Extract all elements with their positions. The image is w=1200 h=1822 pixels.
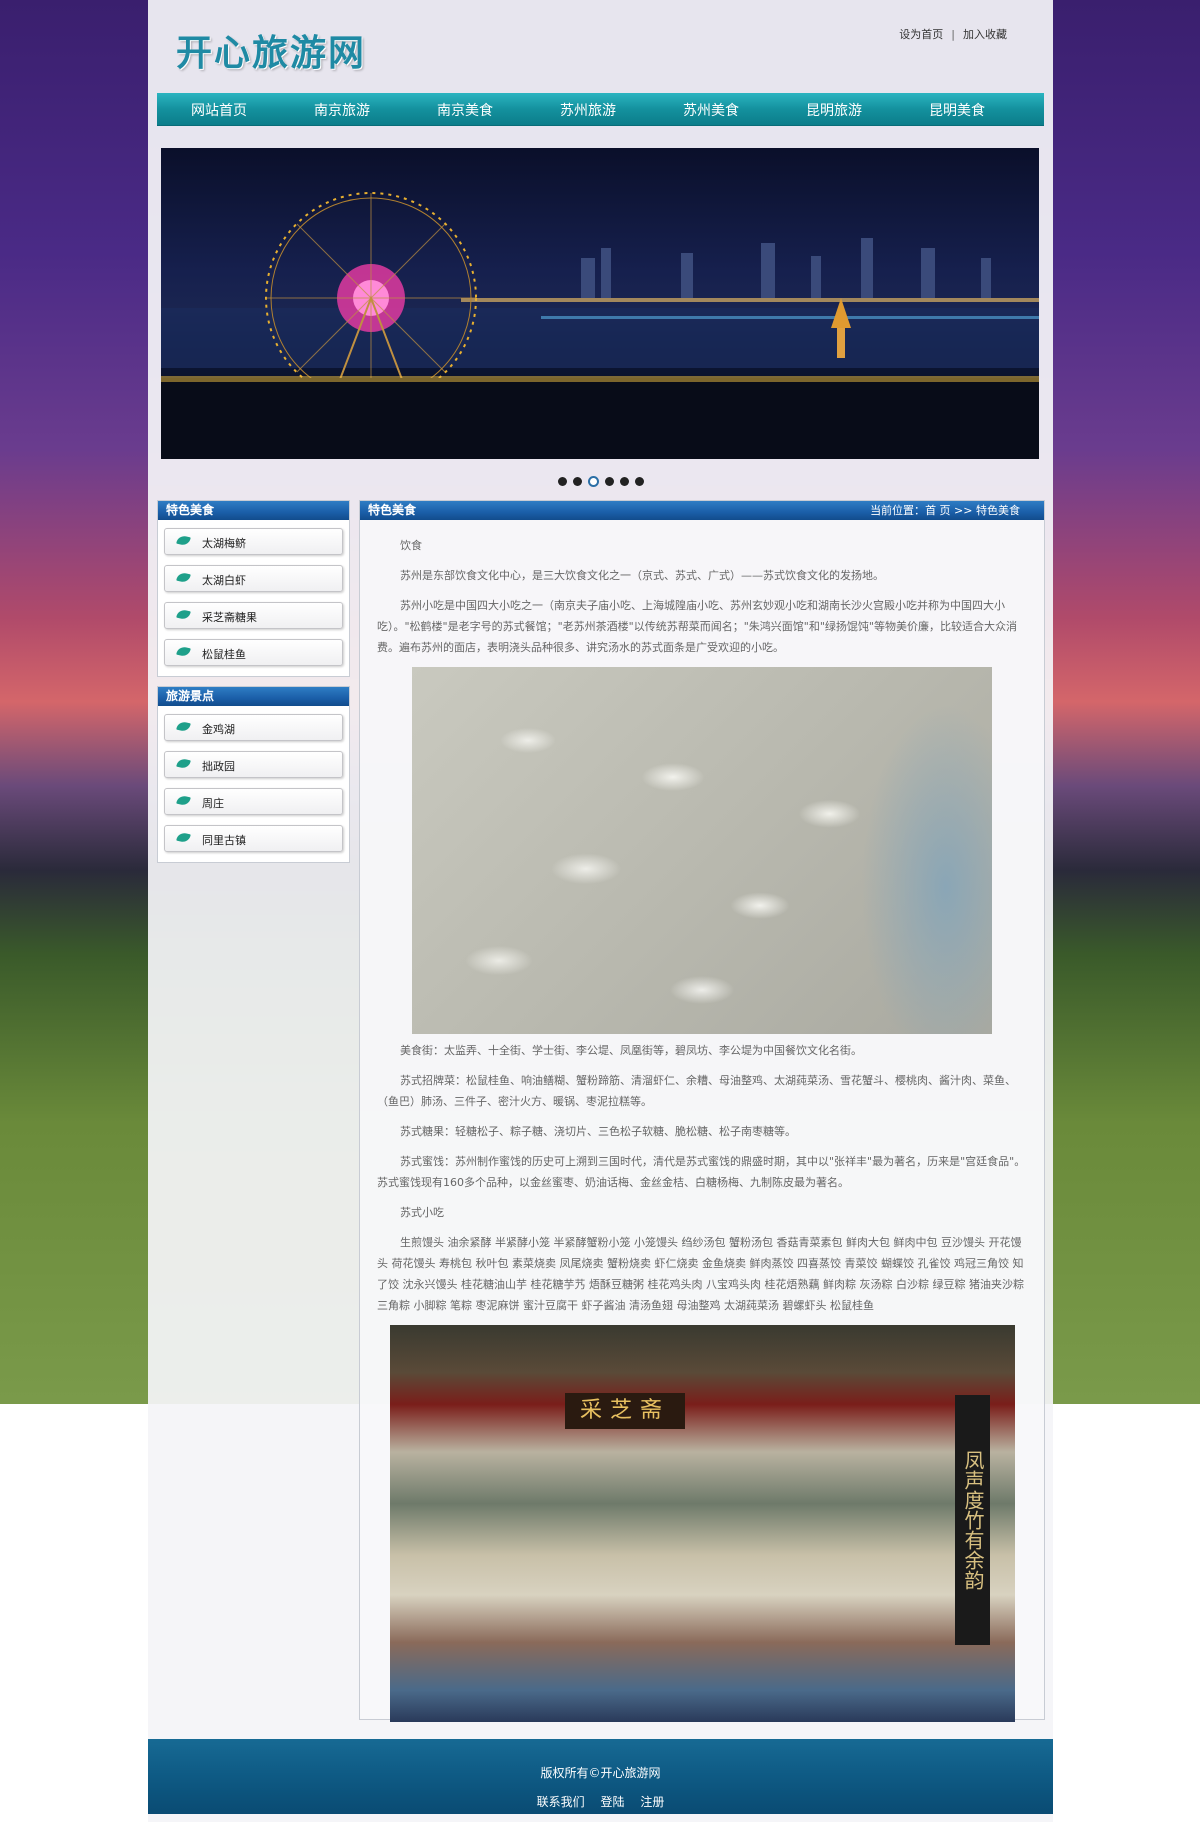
- sidebar-item-zhouzhuang[interactable]: 周庄: [164, 788, 343, 815]
- page-container: 开心旅游网 设为首页 | 加入收藏 网站首页 南京旅游 南京美食 苏州旅游 苏州美食…: [148, 0, 1053, 1822]
- article-paragraph: 苏式招牌菜：松鼠桂鱼、响油鳝糊、蟹粉蹄筋、清溜虾仁、余糟、母油整鸡、太湖莼菜汤、…: [377, 1074, 1016, 1108]
- leaf-icon: [176, 534, 191, 547]
- sidebar-item-label: 周庄: [202, 797, 224, 810]
- leaf-icon: [176, 571, 191, 584]
- article-paragraph: 苏州是东部饮食文化中心，是三大饮食文化之一（京式、苏式、广式）——苏式饮食文化的…: [400, 569, 884, 582]
- sidebar-spots-panel: 旅游景点 金鸡湖 拙政园 周庄 同里古镇: [157, 686, 350, 863]
- sidebar-item-taihu-shrimp[interactable]: 太湖白虾: [164, 565, 343, 592]
- sidebar-item-label: 金鸡湖: [202, 723, 235, 736]
- shop-pillar-sign: 凤声度竹有余韵: [955, 1395, 990, 1645]
- footer: 版权所有©开心旅游网 联系我们 登陆 注册: [148, 1739, 1053, 1814]
- banner-night-scene: [161, 192, 1039, 459]
- nav-item-nanjing-food[interactable]: 南京美食: [437, 100, 493, 120]
- sidebar-spots-title: 旅游景点: [158, 687, 349, 706]
- sidebar-food-title: 特色美食: [158, 501, 349, 520]
- leaf-icon: [176, 794, 191, 807]
- slider-dot-4[interactable]: [605, 476, 614, 486]
- slider-dot-5[interactable]: [620, 476, 629, 486]
- slider-dot-2[interactable]: [573, 476, 582, 486]
- sidebar-item-label: 拙政园: [202, 760, 235, 773]
- set-homepage-link[interactable]: 设为首页: [899, 28, 943, 41]
- breadcrumb-home-link[interactable]: 首 页: [925, 504, 951, 517]
- footer-links: 联系我们 登陆 注册: [148, 1793, 1053, 1810]
- sidebar-item-squirrel-fish[interactable]: 松鼠桂鱼: [164, 639, 343, 666]
- footer-login-link[interactable]: 登陆: [600, 1795, 624, 1809]
- article-paragraph: 美食街：太监弄、十全街、学士街、李公堤、凤凰街等，碧凤坊、李公堤为中国餐饮文化名…: [400, 1044, 862, 1057]
- leaf-icon: [176, 645, 191, 658]
- add-favorite-link[interactable]: 加入收藏: [963, 28, 1007, 41]
- footer-contact-link[interactable]: 联系我们: [537, 1795, 585, 1809]
- slider-dot-3[interactable]: [588, 475, 599, 487]
- main-title: 特色美食: [368, 503, 417, 517]
- sidebar-item-label: 采芝斋糖果: [202, 611, 257, 624]
- slider-dot-6[interactable]: [635, 476, 644, 486]
- article-body: 饮食 苏州是东部饮食文化中心，是三大饮食文化之一（京式、苏式、广式）——苏式饮食…: [377, 535, 1029, 1722]
- footer-register-link[interactable]: 注册: [640, 1795, 664, 1809]
- sidebar-item-label: 太湖梅鲚: [202, 537, 246, 550]
- top-links: 设为首页 | 加入收藏: [899, 26, 1007, 42]
- nav-item-suzhou-food[interactable]: 苏州美食: [683, 100, 739, 120]
- breadcrumb-prefix: 当前位置：: [870, 504, 926, 517]
- nav-item-home[interactable]: 网站首页: [191, 100, 247, 120]
- nav-item-kunming-food[interactable]: 昆明美食: [929, 100, 985, 120]
- leaf-icon: [176, 720, 191, 733]
- sidebar-item-tongli[interactable]: 同里古镇: [164, 825, 343, 852]
- breadcrumb-separator: >>: [950, 504, 976, 517]
- footer-copyright: 版权所有©开心旅游网: [540, 1766, 661, 1780]
- article-heading-snacks: 苏式小吃: [400, 1206, 444, 1219]
- leaf-icon: [176, 757, 191, 770]
- nav-item-suzhou-travel[interactable]: 苏州旅游: [560, 100, 616, 120]
- leaf-icon: [176, 608, 191, 621]
- breadcrumb: 当前位置：首 页 >> 特色美食: [870, 501, 1020, 520]
- sidebar-item-humble-garden[interactable]: 拙政园: [164, 751, 343, 778]
- sidebar-item-jinji-lake[interactable]: 金鸡湖: [164, 714, 343, 741]
- article-paragraph: 苏式糖果：轻糖松子、粽子糖、浇切片、三色松子软糖、脆松糖、松子南枣糖等。: [400, 1125, 796, 1138]
- sidebar-item-taihu-meiji[interactable]: 太湖梅鲚: [164, 528, 343, 555]
- shrimp-photo: [412, 667, 992, 1034]
- leaf-icon: [176, 831, 191, 844]
- breadcrumb-current: 特色美食: [976, 504, 1020, 517]
- article-paragraph: 苏式蜜饯：苏州制作蜜饯的历史可上溯到三国时代，清代是苏式蜜饯的鼎盛时期，其中以"…: [377, 1155, 1026, 1189]
- nav-item-kunming-travel[interactable]: 昆明旅游: [806, 100, 862, 120]
- article-heading-diet: 饮食: [400, 539, 422, 552]
- nav-item-nanjing-travel[interactable]: 南京旅游: [314, 100, 370, 120]
- slider-dots: [558, 474, 650, 487]
- shop-photo: 采芝斋 凤声度竹有余韵: [390, 1325, 1015, 1722]
- site-logo[interactable]: 开心旅游网: [176, 24, 366, 76]
- main-header: 特色美食 当前位置：首 页 >> 特色美食: [360, 501, 1044, 520]
- sidebar-item-label: 松鼠桂鱼: [202, 648, 246, 661]
- sidebar-food-panel: 特色美食 太湖梅鲚 太湖白虾 采芝斋糖果 松鼠桂鱼: [157, 500, 350, 677]
- top-links-separator: |: [951, 28, 955, 41]
- sidebar-item-caizhizhai-candy[interactable]: 采芝斋糖果: [164, 602, 343, 629]
- article-snack-list: 生煎馒头 油余紧酵 半紧酵小笼 半紧酵蟹粉小笼 小笼馒头 绉纱汤包 蟹粉汤包 香…: [377, 1236, 1024, 1312]
- main-content-panel: 特色美食 当前位置：首 页 >> 特色美食 饮食 苏州是东部饮食文化中心，是三大…: [359, 500, 1045, 1722]
- sidebar-item-label: 太湖白虾: [202, 574, 246, 587]
- main-nav: 网站首页 南京旅游 南京美食 苏州旅游 苏州美食 昆明旅游 昆明美食: [157, 93, 1044, 126]
- shop-sign: 采芝斋: [565, 1393, 685, 1429]
- banner-image[interactable]: [161, 148, 1039, 459]
- sidebar-item-label: 同里古镇: [202, 834, 246, 847]
- slider-dot-1[interactable]: [558, 476, 567, 486]
- article-paragraph: 苏州小吃是中国四大小吃之一（南京夫子庙小吃、上海城隍庙小吃、苏州玄妙观小吃和湖南…: [377, 599, 1017, 654]
